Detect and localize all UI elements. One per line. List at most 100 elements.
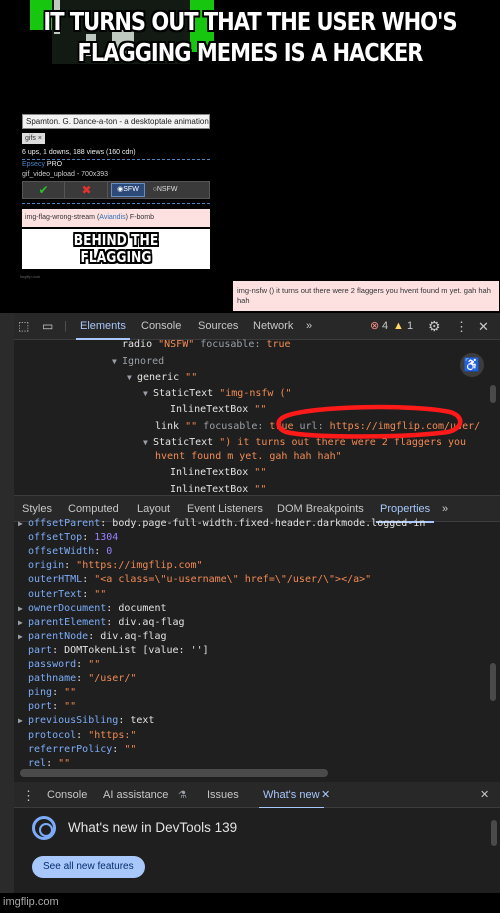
tree-node-inlinetextbox-1[interactable]: InlineTextBox "" xyxy=(170,403,266,417)
drawer-tab-ai-assistance[interactable]: AI assistance xyxy=(103,782,168,809)
embedded-divider-2 xyxy=(22,203,210,204)
property-key: pathname xyxy=(28,673,77,685)
drawer-tab-issues[interactable]: Issues xyxy=(207,782,239,809)
error-icon[interactable]: ⊗ xyxy=(370,313,379,340)
property-value: "" xyxy=(58,757,71,769)
embedded-vote-bar: ✔ ✖ ◉SFW ○NSFW xyxy=(22,181,210,199)
meme-image-top: IT TURNS OUT THAT THE USER WHO'S FLAGGIN… xyxy=(0,0,500,313)
drawer-tabbar: ⋮ Console AI assistance ⚗ Issues What's … xyxy=(14,782,500,809)
property-value: DOMTokenList [value: ''] xyxy=(64,644,209,656)
tree-node-ignored[interactable]: ▼ Ignored xyxy=(112,355,164,369)
property-value: text xyxy=(130,715,155,727)
tree-node-generic[interactable]: ▼ generic "" xyxy=(127,371,197,385)
property-value: "" xyxy=(64,687,77,699)
property-value: 1304 xyxy=(94,532,119,544)
meme-caption-top: IT TURNS OUT THAT THE USER WHO'S FLAGGIN… xyxy=(43,7,457,67)
collapse-icon: ▼ xyxy=(112,357,117,366)
collapse-icon: ▼ xyxy=(127,373,132,382)
tree-node-radio[interactable]: radio "NSFW" focusable: true xyxy=(122,338,291,352)
warning-icon[interactable]: ▲ xyxy=(393,313,404,340)
whats-new-panel: What's new in DevTools 139 See all new f… xyxy=(14,808,500,893)
drawer-close-icon[interactable]: ✕ xyxy=(480,782,489,809)
tab-console[interactable]: Console xyxy=(141,313,181,340)
property-value: 0 xyxy=(106,546,113,558)
devtools-main-tabbar: ⬚ ▭ | Elements Console Sources Network »… xyxy=(14,313,500,340)
property-value: "" xyxy=(94,588,107,600)
whats-new-title: What's new in DevTools 139 xyxy=(68,820,238,835)
expand-icon[interactable]: ▶ xyxy=(18,713,28,729)
property-value: "" xyxy=(64,701,77,713)
property-key: ownerDocument xyxy=(28,602,107,614)
property-key: offsetTop xyxy=(28,532,83,544)
embedded-screenshot: Spamton. G. Dance-a-ton - a desktoptale … xyxy=(20,112,212,279)
property-value: "" xyxy=(88,659,101,670)
drawer-tab-whats-new[interactable]: What's new xyxy=(259,782,324,809)
devtools-panel: ⬚ ▭ | Elements Console Sources Network »… xyxy=(0,313,500,893)
property-value: div.aq-flag xyxy=(100,630,167,642)
flag-note: img-nsfw () it turns out there were 2 fl… xyxy=(233,281,499,311)
property-key: ping xyxy=(28,687,53,699)
tree-node-statictext-1[interactable]: ▼ StaticText "img-nsfw (" xyxy=(143,387,291,401)
more-options-icon[interactable]: ⋮ xyxy=(455,313,468,340)
tab-sources[interactable]: Sources xyxy=(198,313,238,340)
tab-elements[interactable]: Elements xyxy=(76,313,130,340)
accessibility-icon[interactable]: ♿ xyxy=(460,353,484,377)
flag-username: Aviandis xyxy=(99,214,126,221)
drawer-more-icon[interactable]: ⋮ xyxy=(22,782,35,809)
flask-icon: ⚗ xyxy=(178,790,187,801)
property-value: "/user/" xyxy=(88,673,137,685)
error-count: 4 xyxy=(382,320,389,332)
property-key: outerHTML xyxy=(28,574,83,586)
device-toolbar-icon[interactable]: ▭ xyxy=(42,313,53,340)
chrome-logo-icon xyxy=(32,816,56,840)
disapprove-icon: ✖ xyxy=(66,182,108,198)
whats-new-scrollbar[interactable] xyxy=(491,820,497,846)
property-key: protocol xyxy=(28,729,77,741)
expand-icon[interactable]: ▶ xyxy=(18,516,28,532)
embedded-stats: 6 ups, 1 downs, 188 views (160 cdn) xyxy=(22,149,136,156)
tree-scrollbar[interactable] xyxy=(490,385,496,403)
property-key: outerText xyxy=(28,588,83,600)
drawer-tab-console[interactable]: Console xyxy=(47,782,87,809)
more-tabs-icon[interactable]: » xyxy=(306,313,312,340)
property-value: "<a class=\"u-username\" href=\"/user/\"… xyxy=(94,574,372,586)
property-value: "" xyxy=(124,743,137,755)
embedded-divider-1 xyxy=(22,159,210,160)
property-key: part xyxy=(28,644,53,656)
embedded-pro-badge: PRO xyxy=(44,161,63,168)
property-key: origin xyxy=(28,560,65,572)
properties-list: ▶ offsetParent: body.page-full-width.fixe… xyxy=(0,516,500,772)
see-all-features-button[interactable]: See all new features xyxy=(32,856,145,878)
property-key: parentNode xyxy=(28,630,89,642)
embedded-white-area: BEHIND THE FLAGGING xyxy=(22,229,210,269)
embedded-title: Spamton. G. Dance-a-ton - a desktoptale … xyxy=(22,114,210,129)
tree-node-inlinetextbox-2[interactable]: InlineTextBox "" xyxy=(170,466,266,480)
approve-icon: ✔ xyxy=(23,182,65,198)
embedded-tag: gifs × xyxy=(22,133,45,144)
property-value: body.page-full-width.fixed-header.darkmo… xyxy=(112,518,426,529)
collapse-icon: ▼ xyxy=(143,389,148,398)
properties-hscrollbar[interactable] xyxy=(20,769,328,777)
inspect-icon[interactable]: ⬚ xyxy=(18,313,29,340)
property-key: port xyxy=(28,701,53,713)
property-value: div.aq-flag xyxy=(118,616,185,628)
settings-icon[interactable]: ⚙ xyxy=(428,313,441,340)
property-value: "https:" xyxy=(88,729,137,741)
close-tab-icon[interactable]: ✕ xyxy=(321,782,330,809)
property-key: parentElement xyxy=(28,616,107,628)
embedded-user-line: Epsecy PRO xyxy=(22,161,62,168)
tree-node-statictext-2-cont: hvent found m yet. gah hah hah" xyxy=(155,451,342,462)
collapse-icon: ▼ xyxy=(143,438,148,447)
sfw-option: ◉SFW xyxy=(111,183,145,197)
embedded-watermark: imgflip.com xyxy=(20,274,41,279)
nsfw-option: ○NSFW xyxy=(152,186,178,193)
tab-network[interactable]: Network xyxy=(253,313,293,340)
close-icon[interactable]: ✕ xyxy=(478,313,489,340)
embedded-flag-row: img-flag-wrong-stream (Aviandis) F-bomb xyxy=(22,209,210,227)
property-key: referrerPolicy xyxy=(28,743,113,755)
expand-icon[interactable]: ▶ xyxy=(18,629,28,645)
property-key: rel xyxy=(28,757,47,769)
properties-scrollbar[interactable] xyxy=(490,663,496,701)
property-key: password xyxy=(28,659,77,670)
property-key: previousSibling xyxy=(28,715,119,727)
